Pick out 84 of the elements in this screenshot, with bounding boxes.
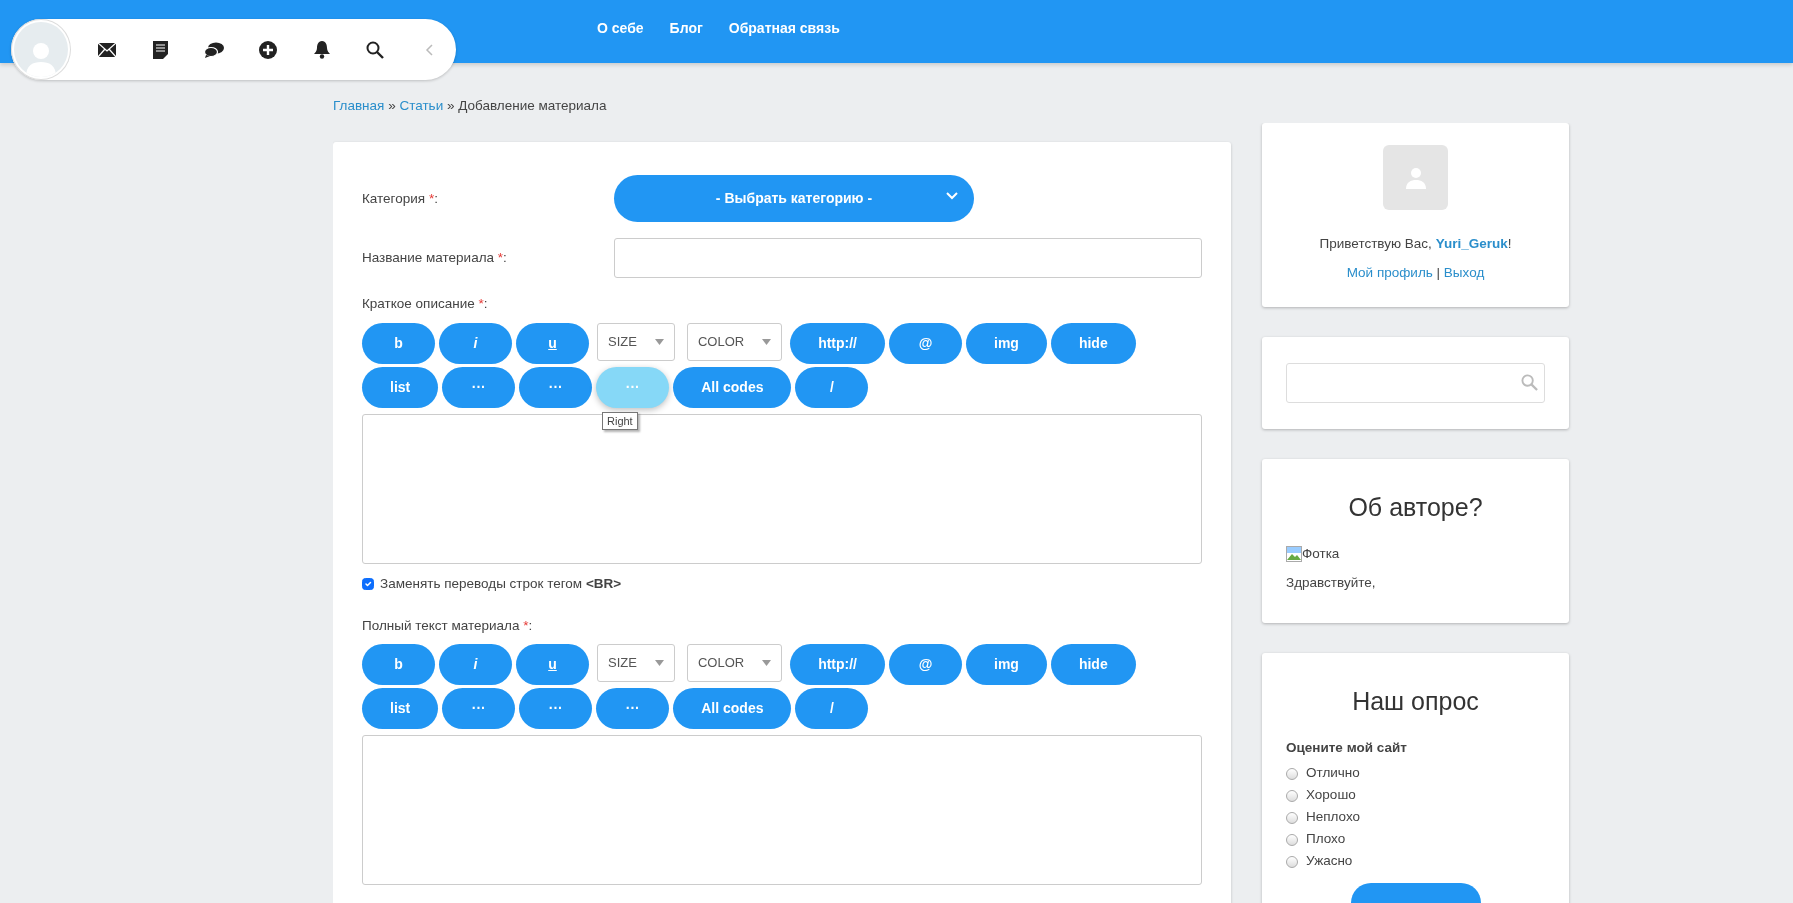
chevron-down-icon bbox=[946, 192, 958, 201]
category-dropdown[interactable]: - Выбрать категорию - bbox=[614, 175, 974, 223]
avatar-icon[interactable] bbox=[12, 20, 70, 79]
field-label: Краткое описание *: bbox=[362, 295, 489, 314]
format-button[interactable]: b bbox=[362, 644, 435, 685]
format-button[interactable]: ··· bbox=[596, 688, 670, 729]
format-button[interactable]: ··· bbox=[442, 366, 516, 408]
caret-icon bbox=[762, 338, 772, 345]
format-button[interactable]: ··· bbox=[519, 688, 593, 729]
caret-icon bbox=[762, 660, 772, 666]
breadcrumb-separator: » bbox=[388, 98, 396, 113]
format-button[interactable]: ··· bbox=[442, 688, 516, 729]
format-button[interactable]: / bbox=[795, 688, 869, 729]
format-button[interactable]: http:// bbox=[790, 322, 885, 364]
image-alt-text: Фотка bbox=[1302, 545, 1340, 564]
radio-button[interactable] bbox=[1286, 767, 1298, 780]
radio-button[interactable] bbox=[1286, 833, 1298, 846]
profile-link[interactable]: Выход bbox=[1443, 264, 1485, 280]
poll-option-label: Отлично bbox=[1306, 764, 1360, 783]
format-dropdown[interactable]: COLOR bbox=[686, 644, 783, 682]
broken-image-icon bbox=[1286, 546, 1302, 563]
caret-icon bbox=[654, 338, 664, 345]
text-area-field[interactable] bbox=[362, 413, 1202, 564]
format-button[interactable]: http:// bbox=[790, 644, 885, 685]
search-field[interactable] bbox=[1286, 362, 1545, 403]
format-button[interactable]: ··· bbox=[596, 366, 670, 408]
format-button[interactable]: img bbox=[966, 644, 1047, 685]
format-button[interactable]: All codes bbox=[673, 688, 792, 729]
chat-bubbles-icon[interactable] bbox=[204, 41, 225, 58]
mail-icon[interactable] bbox=[97, 42, 116, 57]
field-label: Полный текст материала *: bbox=[362, 616, 534, 635]
field-label: Категория *: bbox=[362, 189, 439, 208]
breadcrumb-separator: » bbox=[446, 98, 455, 113]
poll-option-label: Плохо bbox=[1306, 830, 1346, 849]
format-dropdown[interactable]: SIZE bbox=[597, 322, 675, 361]
plus-circle-icon[interactable] bbox=[258, 40, 277, 59]
format-button[interactable]: u bbox=[516, 322, 589, 364]
format-button[interactable]: hide bbox=[1050, 644, 1136, 685]
title-input-field[interactable] bbox=[614, 238, 1202, 279]
format-button[interactable]: @ bbox=[889, 644, 962, 685]
field-label: Название материала *: bbox=[362, 249, 508, 268]
format-button[interactable]: list bbox=[362, 688, 439, 729]
checkbox-label: Заменять переводы строк тегом <BR> bbox=[380, 574, 622, 593]
radio-button[interactable] bbox=[1286, 811, 1298, 824]
breadcrumb-link[interactable]: Главная bbox=[333, 98, 385, 113]
panel-title: Об авторе? bbox=[1347, 491, 1484, 523]
format-button[interactable]: list bbox=[362, 366, 439, 408]
text-area-field[interactable] bbox=[362, 735, 1202, 885]
about-text: Здравствуйте, bbox=[1286, 573, 1377, 592]
profile-link[interactable]: Мой профиль bbox=[1346, 264, 1433, 280]
nav-link[interactable]: О себе bbox=[597, 17, 644, 39]
format-button[interactable]: i bbox=[439, 644, 512, 685]
format-button[interactable]: All codes bbox=[673, 366, 792, 408]
poll-question: Оцените мой сайт bbox=[1286, 739, 1408, 758]
format-button[interactable]: hide bbox=[1050, 322, 1136, 364]
radio-button[interactable] bbox=[1286, 855, 1298, 868]
format-button[interactable]: b bbox=[362, 322, 435, 364]
breadcrumb-link[interactable]: Статьи bbox=[399, 98, 444, 113]
chevron-left-icon[interactable] bbox=[425, 43, 434, 56]
caret-icon bbox=[654, 660, 664, 666]
note-icon[interactable] bbox=[152, 40, 168, 59]
poll-option-label: Неплохо bbox=[1306, 808, 1361, 827]
format-button[interactable]: @ bbox=[889, 322, 962, 364]
link-separator: | bbox=[1436, 264, 1441, 280]
poll-option-label: Ужасно bbox=[1306, 852, 1353, 871]
format-dropdown[interactable]: SIZE bbox=[597, 644, 675, 682]
breadcrumb-current: Добавление материала bbox=[458, 98, 607, 113]
format-button[interactable]: ··· bbox=[519, 366, 593, 408]
format-button[interactable]: / bbox=[795, 366, 869, 408]
avatar-icon bbox=[1383, 145, 1448, 211]
format-button[interactable]: u bbox=[516, 644, 589, 685]
panel-title: Наш опрос bbox=[1351, 685, 1480, 717]
poll-option-label: Хорошо bbox=[1306, 786, 1356, 805]
checkbox[interactable] bbox=[362, 577, 374, 590]
nav-link[interactable]: Блог bbox=[669, 17, 703, 39]
radio-button[interactable] bbox=[1286, 789, 1298, 802]
format-button[interactable]: i bbox=[439, 322, 512, 364]
format-dropdown[interactable]: COLOR bbox=[686, 322, 783, 361]
username-link[interactable]: Yuri_Geruk bbox=[1435, 236, 1508, 252]
bell-icon[interactable] bbox=[312, 40, 331, 59]
format-button[interactable]: img bbox=[966, 322, 1047, 364]
search-icon[interactable] bbox=[366, 40, 385, 59]
nav-link[interactable]: Обратная связь bbox=[728, 17, 840, 39]
greeting-text: Приветствую Вас, Yuri_Geruk! bbox=[1318, 235, 1513, 254]
